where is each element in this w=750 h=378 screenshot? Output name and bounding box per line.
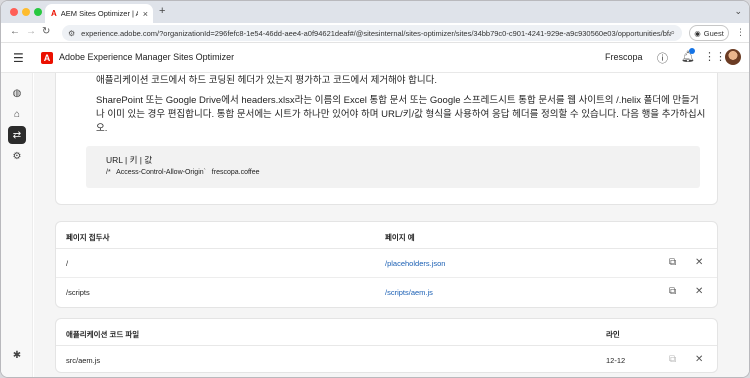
zoom-icon[interactable]: ⌕ <box>671 28 682 38</box>
app-title: Adobe Experience Manager Sites Optimizer <box>59 52 235 62</box>
page-prefix-cell: / <box>66 259 69 268</box>
tab-strip: A AEM Sites Optimizer | Adobe × + ⌄ <box>1 1 749 23</box>
settings-gear-icon[interactable]: ⚙ <box>8 147 26 165</box>
open-external-icon[interactable]: ⧉ <box>669 257 676 268</box>
browser-window: A AEM Sites Optimizer | Adobe × + ⌄ ← → … <box>0 0 750 378</box>
left-rail: ◍ ⌂ ⇄ ⚙ ✱ <box>1 73 33 377</box>
hamburger-menu-icon[interactable]: ☰ <box>13 51 24 65</box>
column-header: 페이지 접두사 <box>66 233 110 242</box>
column-header: 애플리케이션 코드 파일 <box>66 330 140 339</box>
tab-close-icon[interactable]: × <box>138 9 153 19</box>
close-icon[interactable]: ✕ <box>695 354 703 365</box>
open-external-icon[interactable]: ⧉ <box>669 286 676 297</box>
back-arrow-icon[interactable]: ← <box>10 26 20 37</box>
url-text: experience.adobe.com/?organizationId=296… <box>81 28 671 38</box>
adobe-favicon-icon: A <box>51 9 57 18</box>
code-block: URL | 키 | 값 /* Access-Control-Allow-Orig… <box>86 146 700 188</box>
table-row: /scripts /scripts/aem.js ⧉ ✕ <box>56 279 717 307</box>
home-icon[interactable]: ⌂ <box>8 105 26 123</box>
table-row: src/aem.js 12-12 ⧉ ✕ <box>56 347 717 375</box>
table-header: 애플리케이션 코드 파일 라인 <box>56 319 717 346</box>
page-prefix-cell: /scripts <box>66 288 90 297</box>
adobe-logo-icon[interactable]: A <box>41 52 53 64</box>
close-icon[interactable]: ✕ <box>695 286 703 297</box>
guest-profile-button[interactable]: ◉ Guest <box>689 25 729 41</box>
page-prefix-table: 페이지 접두사 페이지 예 / /placeholders.json ⧉ ✕ /… <box>55 221 718 308</box>
column-header: 라인 <box>606 330 620 339</box>
code-file-cell: src/aem.js <box>66 356 101 365</box>
tab-search-chevron-icon[interactable]: ⌄ <box>734 6 742 17</box>
slack-icon[interactable]: ✱ <box>8 346 26 364</box>
guest-label: Guest <box>703 28 724 38</box>
reload-icon[interactable]: ↻ <box>42 26 50 37</box>
notification-badge <box>689 48 695 54</box>
tab-title: AEM Sites Optimizer | Adobe <box>60 9 138 18</box>
line-cell: 12-12 <box>606 356 626 365</box>
close-window-button[interactable] <box>10 8 18 16</box>
profile-icon: ◉ <box>694 28 701 38</box>
address-bar-row: ← → ↻ ⚙ experience.adobe.com/?organizati… <box>1 23 749 43</box>
intro-text: 애플리케이션 코드에서 하드 코딩된 헤더가 있는지 평가하고 코드에서 제거해… <box>96 75 438 86</box>
close-icon[interactable]: ✕ <box>695 257 703 268</box>
page-example-link[interactable]: /scripts/aem.js <box>385 288 433 297</box>
minimize-window-button[interactable] <box>22 8 30 16</box>
main-content: 애플리케이션 코드에서 하드 코딩된 헤더가 있는지 평가하고 코드에서 제거해… <box>34 73 749 377</box>
maximize-window-button[interactable] <box>34 8 42 16</box>
help-icon[interactable]: ⓘ <box>657 50 668 66</box>
opportunities-icon[interactable]: ⇄ <box>8 126 26 144</box>
browser-tab[interactable]: A AEM Sites Optimizer | Adobe × <box>45 4 153 23</box>
site-info-icon[interactable]: ⚙ <box>68 29 75 38</box>
code-row: /* Access-Control-Allow-Origin` frescopa… <box>106 169 260 176</box>
open-external-icon[interactable]: ⧉ <box>669 354 676 365</box>
address-bar[interactable]: ⚙ experience.adobe.com/?organizationId=2… <box>62 25 682 41</box>
code-header: URL | 키 | 값 <box>106 155 153 165</box>
table-header: 페이지 접두사 페이지 예 <box>56 222 717 249</box>
forward-arrow-icon[interactable]: → <box>26 26 36 37</box>
table-row: / /placeholders.json ⧉ ✕ <box>56 250 717 278</box>
globe-icon[interactable]: ◍ <box>8 84 26 102</box>
code-files-table: 애플리케이션 코드 파일 라인 src/aem.js 12-12 ⧉ ✕ <box>55 318 718 373</box>
app-header: ☰ A Adobe Experience Manager Sites Optim… <box>1 43 749 73</box>
page-example-link[interactable]: /placeholders.json <box>385 259 445 268</box>
org-switcher[interactable]: Frescopa <box>605 52 643 62</box>
instructions-text: SharePoint 또는 Google Drive에서 headers.xls… <box>96 95 706 134</box>
new-tab-button[interactable]: + <box>159 5 165 17</box>
instructions-card: 애플리케이션 코드에서 하드 코딩된 헤더가 있는지 평가하고 코드에서 제거해… <box>55 73 718 205</box>
avatar[interactable] <box>725 49 741 65</box>
column-header: 페이지 예 <box>385 233 415 242</box>
browser-menu-icon[interactable]: ⋮ <box>736 27 745 38</box>
